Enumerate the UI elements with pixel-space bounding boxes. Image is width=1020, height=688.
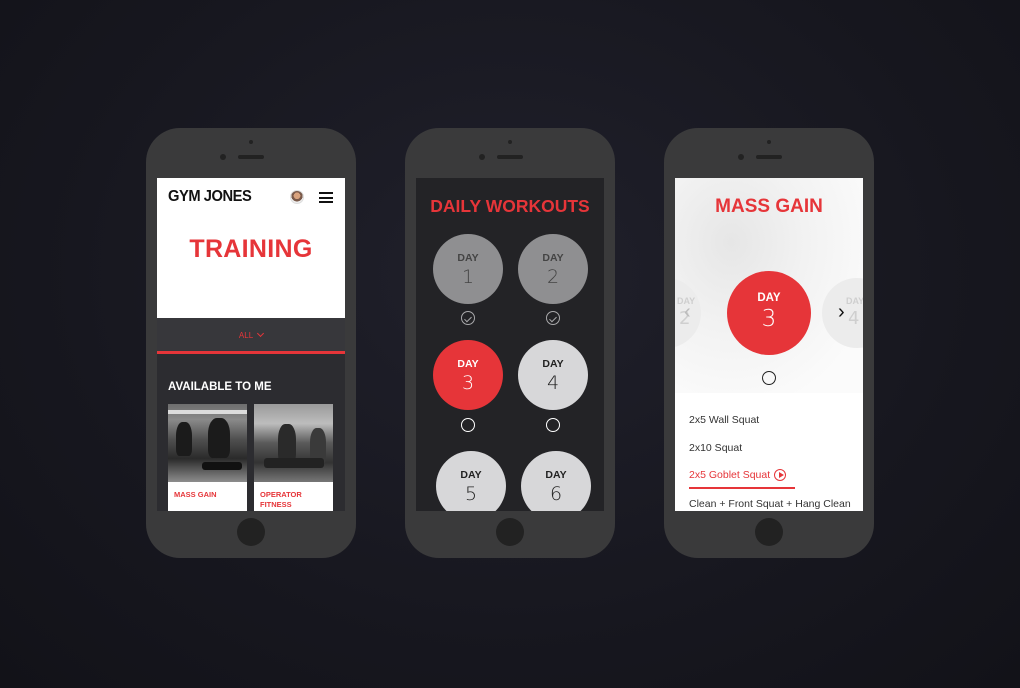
day-6-button[interactable]: DAY 6: [521, 451, 591, 511]
program-label: MASS GAIN: [174, 490, 217, 499]
earpiece-speaker: [497, 155, 523, 159]
day-label: DAY: [846, 296, 863, 306]
hamburger-menu-icon[interactable]: [319, 192, 333, 203]
empty-circle-icon: [546, 418, 560, 432]
empty-circle-icon: [461, 418, 475, 432]
day-1-button[interactable]: DAY 1: [433, 234, 503, 304]
day-number: 4: [848, 308, 860, 329]
header-area: GYM JONES TRAINING: [157, 178, 345, 318]
filter-bar: ALL: [157, 318, 345, 354]
page-title: TRAINING: [189, 235, 313, 263]
program-label: OPERATOR FITNESS: [260, 490, 302, 509]
front-camera: [738, 154, 744, 160]
day-label: DAY: [542, 358, 564, 370]
day-number: 3: [761, 306, 777, 332]
filter-label: ALL: [238, 331, 253, 340]
exercise-item-current[interactable]: 2x5 Goblet Squat: [689, 469, 787, 482]
day-label: DAY: [542, 252, 564, 264]
avatar[interactable]: [290, 190, 304, 204]
program-image: [254, 404, 333, 482]
current-day-badge: DAY 3: [727, 271, 811, 355]
check-circle-icon: [546, 311, 560, 325]
home-button[interactable]: [755, 518, 783, 546]
program-image: [168, 404, 247, 482]
sensor-dot: [508, 140, 512, 144]
section-title: AVAILABLE TO ME: [168, 381, 272, 393]
chevron-down-icon: [257, 329, 265, 338]
day-number: 2: [546, 266, 560, 288]
day-2-button[interactable]: DAY 2: [518, 234, 588, 304]
day-label: DAY: [545, 469, 567, 481]
page-title: DAILY WORKOUTS: [430, 196, 590, 216]
screen-training: GYM JONES TRAINING ALL AVAILABLE TO ME M…: [157, 178, 345, 511]
front-camera: [479, 154, 485, 160]
home-button[interactable]: [237, 518, 265, 546]
day-label: DAY: [757, 292, 781, 304]
earpiece-speaker: [756, 155, 782, 159]
phone-mass-gain: MASS GAIN DAY 2 ‹ DAY 4 › DAY 3 2x5 Wall…: [664, 128, 874, 558]
program-card-operator-fitness[interactable]: OPERATOR FITNESS: [254, 404, 333, 511]
current-exercise-underline: [689, 487, 795, 489]
empty-circle-icon[interactable]: [762, 371, 776, 385]
program-card-mass-gain[interactable]: MASS GAIN: [168, 404, 247, 511]
sensor-dot: [249, 140, 253, 144]
page-title: MASS GAIN: [715, 196, 823, 217]
exercise-label: 2x5 Goblet Squat: [689, 469, 771, 481]
day-number: 1: [461, 266, 475, 288]
phone-training: GYM JONES TRAINING ALL AVAILABLE TO ME M…: [146, 128, 356, 558]
day-label: DAY: [460, 469, 482, 481]
earpiece-speaker: [238, 155, 264, 159]
day-number: 5: [464, 483, 478, 505]
screen-daily-workouts: DAILY WORKOUTS DAY 1 DAY 2 DAY 3 DAY 4 D…: [416, 178, 604, 511]
front-camera: [220, 154, 226, 160]
day-number: 4: [546, 372, 560, 394]
exercise-item[interactable]: Clean + Front Squat + Hang Clean: [689, 498, 851, 510]
chevron-right-icon[interactable]: ›: [838, 302, 845, 322]
filter-dropdown[interactable]: ALL: [157, 329, 345, 340]
exercise-item[interactable]: 2x10 Squat: [689, 442, 742, 454]
day-4-button[interactable]: DAY 4: [518, 340, 588, 410]
phone-daily-workouts: DAILY WORKOUTS DAY 1 DAY 2 DAY 3 DAY 4 D…: [405, 128, 615, 558]
day-label: DAY: [457, 358, 479, 370]
day-number: 3: [461, 372, 475, 394]
screen-mass-gain: MASS GAIN DAY 2 ‹ DAY 4 › DAY 3 2x5 Wall…: [675, 178, 863, 511]
exercise-item[interactable]: 2x5 Wall Squat: [689, 414, 759, 426]
day-label: DAY: [457, 252, 479, 264]
sensor-dot: [767, 140, 771, 144]
day-5-button[interactable]: DAY 5: [436, 451, 506, 511]
day-number: 6: [549, 483, 563, 505]
app-logo[interactable]: GYM JONES: [168, 188, 252, 206]
play-circle-icon[interactable]: [774, 469, 787, 482]
home-button[interactable]: [496, 518, 524, 546]
chevron-left-icon[interactable]: ‹: [684, 302, 691, 322]
check-circle-icon: [461, 311, 475, 325]
day-3-button[interactable]: DAY 3: [433, 340, 503, 410]
